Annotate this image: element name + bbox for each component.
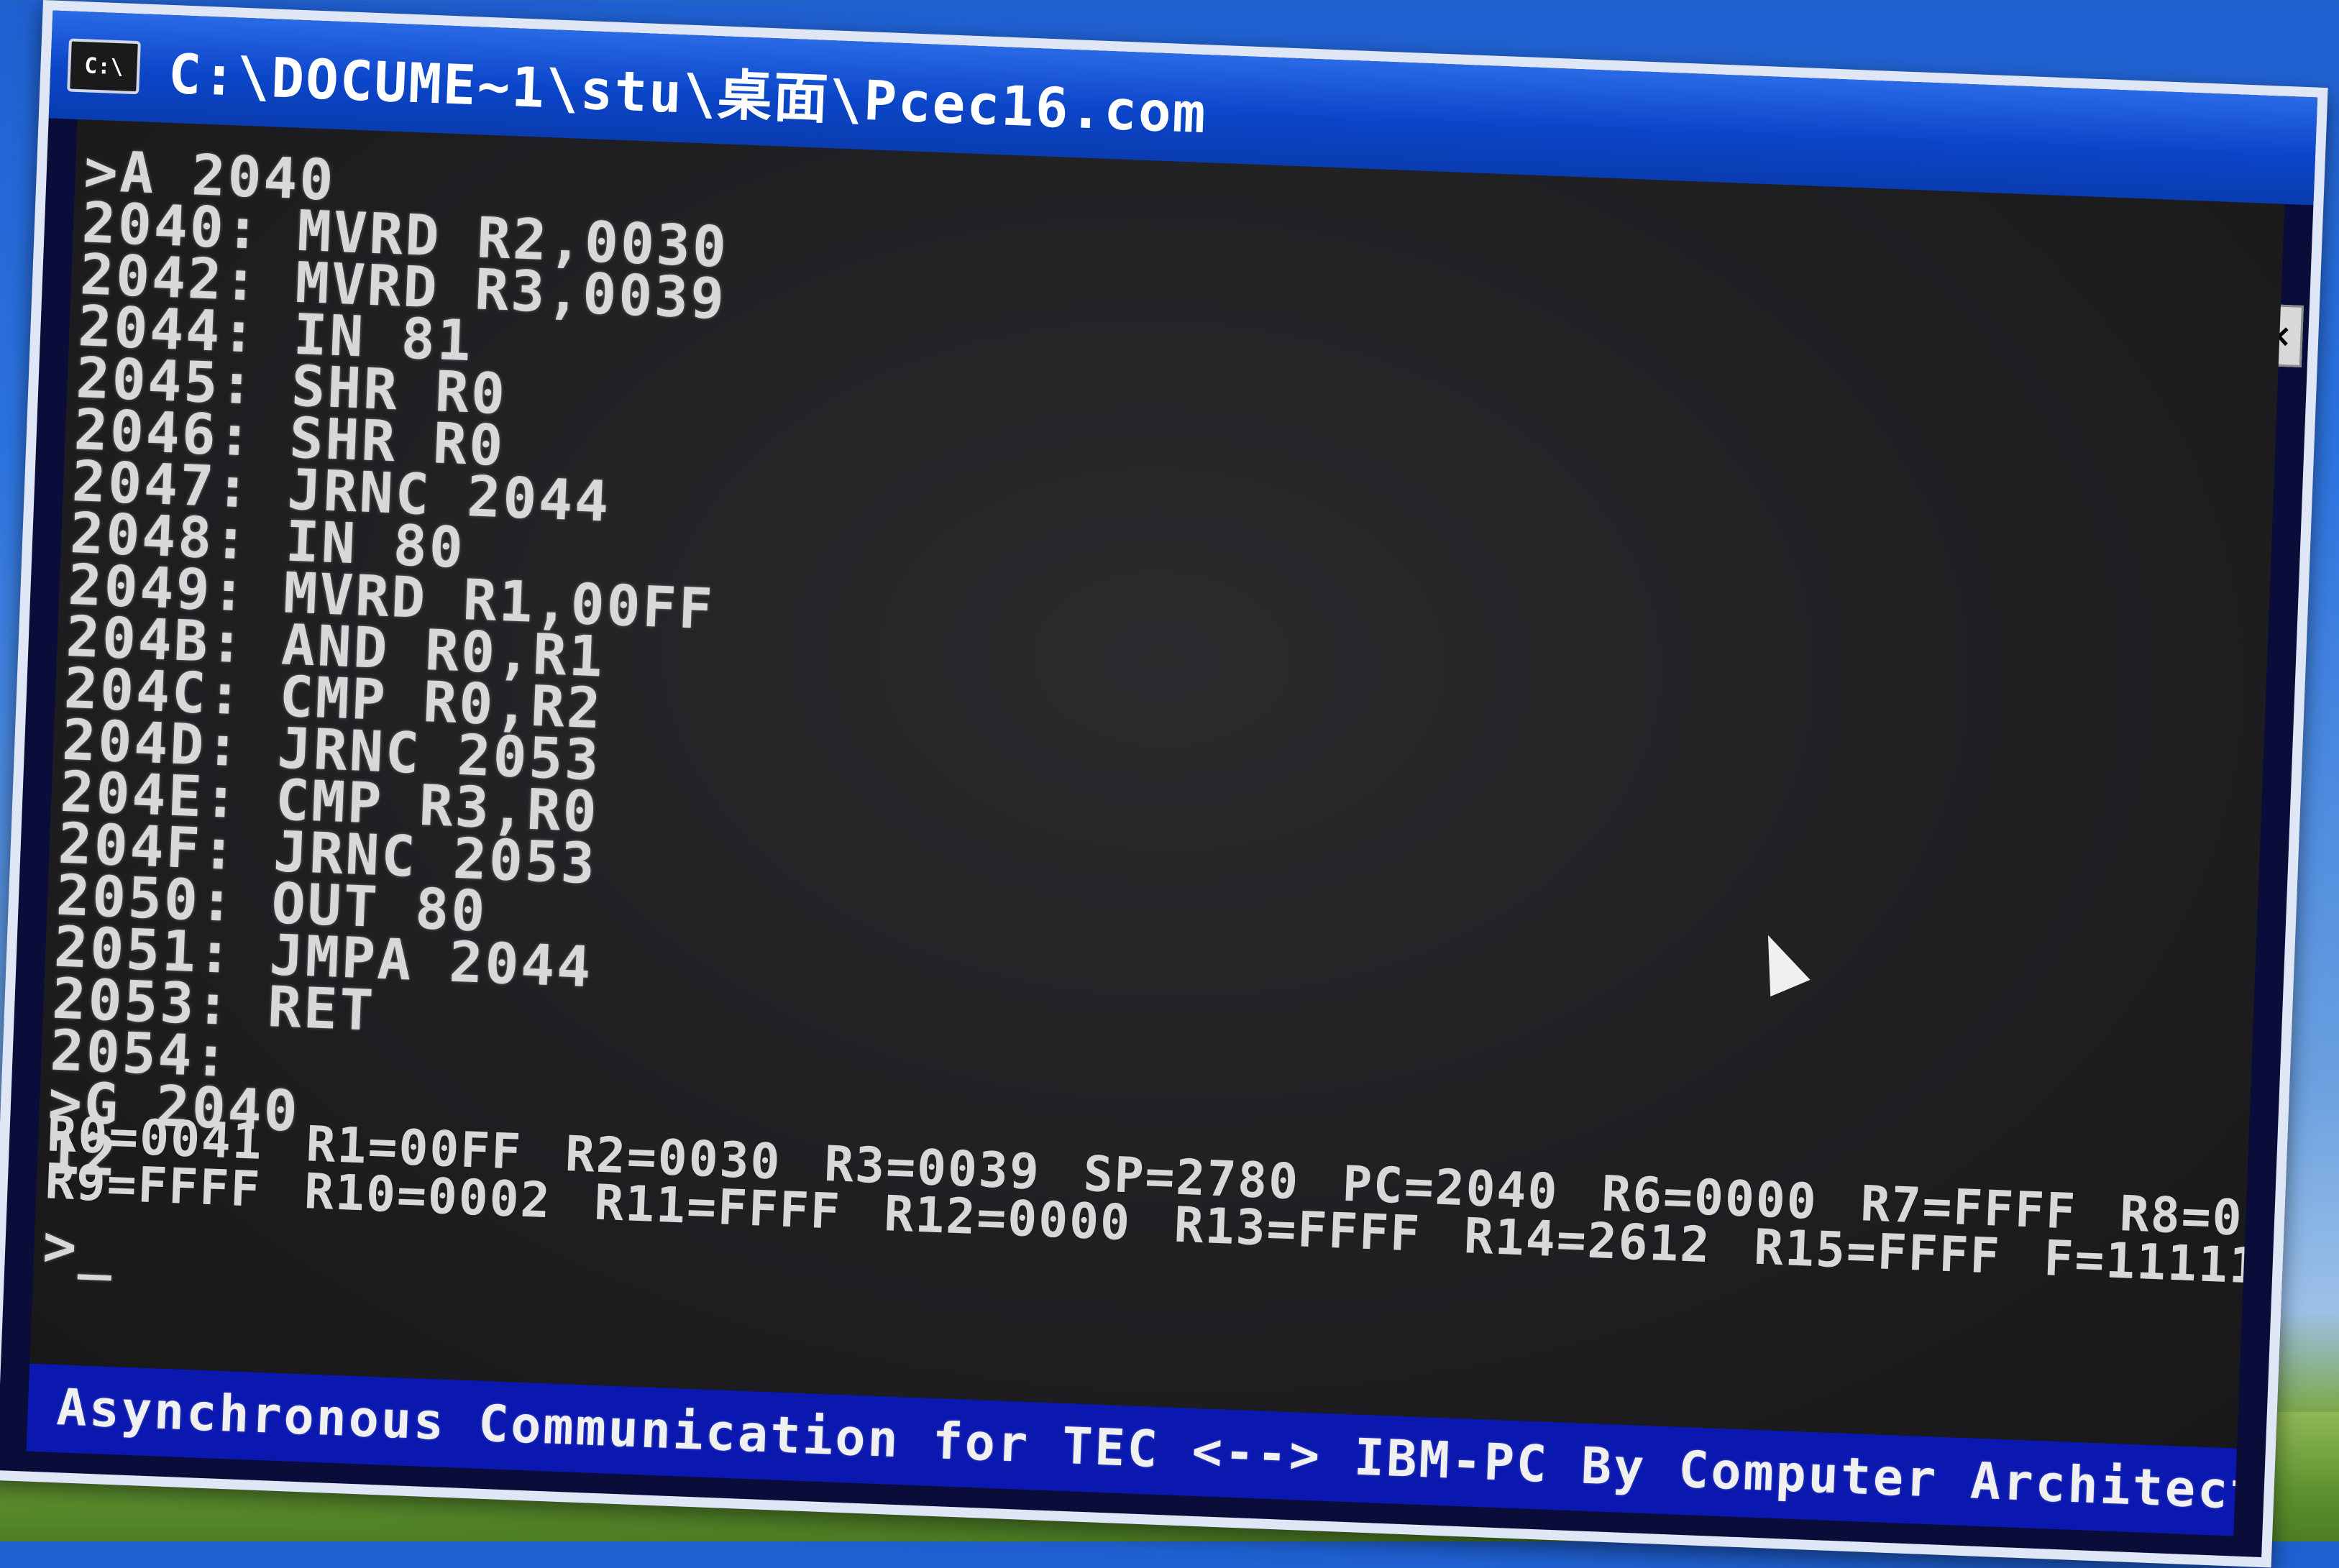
console-screen[interactable]: >A 2040 2040: MVRD R2,0030 2042: MVRD R3…: [29, 119, 2285, 1449]
console-output: >A 2040 2040: MVRD R2,0030 2042: MVRD R3…: [45, 139, 731, 1204]
console-app-icon[interactable]: C:\: [67, 38, 141, 95]
register-value: R12=0000: [883, 1186, 1132, 1252]
register-value: F=11111111: [2043, 1230, 2285, 1299]
register-value: R15=FFFF: [1752, 1219, 2002, 1285]
register-value: R10=0002: [303, 1163, 552, 1230]
register-value: R9=FFFF: [44, 1153, 262, 1219]
register-value: R11=FFFF: [592, 1174, 843, 1241]
register-value: R13=FFFF: [1173, 1196, 1422, 1263]
register-dump: R0=0041 R1=00FF R2=0030 R3=0039 SP=2780 …: [42, 1106, 2285, 1360]
register-value: R14=2612: [1463, 1208, 1712, 1275]
console-window: C:\ C:\DOCUME~1\stu\桌面\Pcec16.com - □ × …: [0, 0, 2328, 1568]
mouse-pointer-icon: [1748, 927, 1811, 997]
